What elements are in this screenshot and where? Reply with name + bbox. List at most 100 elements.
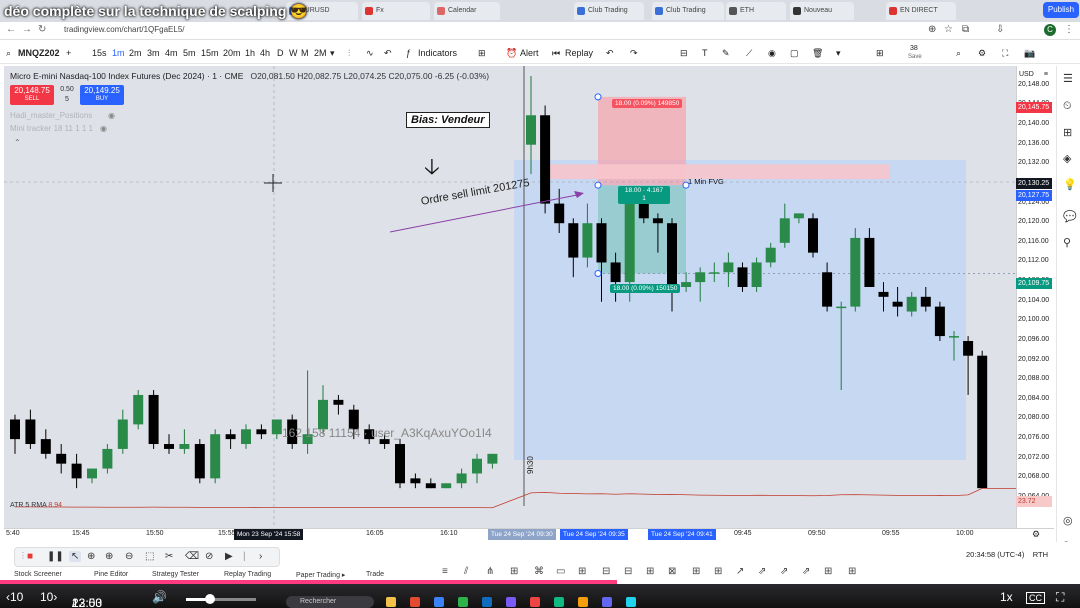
magnet-icon[interactable]: ⊕	[87, 551, 95, 562]
chevron-right-icon[interactable]: ›	[259, 551, 262, 562]
compare-icon[interactable]: ∿	[366, 48, 374, 59]
rect-tool-icon[interactable]: ▭	[556, 566, 565, 577]
interval-20m[interactable]: 20m	[223, 48, 241, 58]
cursor-tool-icon[interactable]: ↖	[69, 551, 82, 562]
eye-icon[interactable]: ◉	[100, 124, 107, 133]
layers-icon[interactable]: ◈	[1063, 152, 1071, 165]
interval-W[interactable]: W	[289, 48, 298, 58]
pattern-icon[interactable]: ✂	[165, 551, 173, 562]
chart-pane[interactable]: Micro E-mini Nasdaq-100 Index Futures (D…	[4, 66, 1016, 528]
redo-icon[interactable]: ↷	[630, 48, 638, 59]
reload-icon[interactable]: ↻	[38, 24, 46, 35]
volume-knob[interactable]	[204, 594, 215, 604]
bar-style-icon[interactable]: ⫶	[348, 48, 350, 59]
add-symbol-icon[interactable]: +	[66, 48, 71, 58]
browser-tab[interactable]: Club Trading	[574, 2, 644, 20]
range-icon[interactable]: ⊞	[646, 566, 654, 577]
browser-tab[interactable]: Fx	[362, 2, 430, 20]
currency-selector[interactable]: USD ≡	[1016, 71, 1052, 78]
app-icon[interactable]	[530, 597, 540, 607]
text-tool-icon[interactable]: T	[702, 48, 708, 58]
skip-back-button[interactable]: ‹10	[6, 590, 23, 604]
alert-icon[interactable]: ⏰	[506, 48, 517, 59]
settings-gear-icon[interactable]: ⚙	[978, 48, 986, 59]
more-tools-icon[interactable]: ⊞	[848, 566, 856, 577]
app-icon[interactable]	[626, 597, 636, 607]
undo-icon[interactable]: ↶	[384, 48, 392, 59]
channel-tool-icon[interactable]: ⫽	[464, 566, 468, 577]
interval-4m[interactable]: 4m	[165, 48, 178, 58]
app-icon[interactable]	[482, 597, 492, 607]
object-tree-icon[interactable]: ⊞	[1063, 126, 1072, 139]
tab-pine-editor[interactable]: Pine Editor	[94, 571, 128, 578]
tab-trade[interactable]: Trade	[366, 571, 384, 578]
path-tool-icon[interactable]: ⇗	[780, 566, 788, 577]
browser-tab[interactable]: EN DIRECT	[886, 2, 956, 20]
measure-icon[interactable]: ⬚	[145, 551, 154, 562]
hotlist-icon[interactable]: ⚲	[1063, 236, 1071, 249]
playback-speed[interactable]: 1x	[1000, 590, 1013, 604]
captions-icon[interactable]: CC	[1026, 592, 1045, 604]
video-record-icon[interactable]: ▶	[225, 551, 233, 562]
target-icon[interactable]: ◎	[1063, 514, 1073, 527]
interval-D[interactable]: D	[277, 48, 284, 58]
forward-icon[interactable]: →	[22, 24, 32, 35]
forecast-icon[interactable]: ⊘	[205, 551, 213, 562]
file-explorer-icon[interactable]	[386, 597, 396, 607]
alert-button[interactable]: Alert	[520, 48, 539, 58]
eraser-icon[interactable]: ⌫	[185, 551, 199, 562]
interval-3m[interactable]: 3m	[147, 48, 160, 58]
interval-M[interactable]: M	[301, 48, 309, 58]
buy-button[interactable]: 20,149.25 BUY	[80, 85, 124, 105]
browser-tab[interactable]: Nouveau	[790, 2, 854, 20]
browser-tab[interactable]: ETH	[726, 2, 786, 20]
brush-icon[interactable]: ✎	[722, 48, 730, 59]
tab-replay-trading[interactable]: Replay Trading	[224, 571, 271, 578]
eye-icon[interactable]: ◉	[768, 48, 776, 59]
lock-icon[interactable]: ▢	[790, 48, 799, 59]
pause-icon[interactable]: ❚❚	[47, 551, 64, 562]
interval-2m[interactable]: 2m	[129, 48, 142, 58]
collapse-legend-icon[interactable]: ⌃	[14, 138, 21, 147]
alerts-clock-icon[interactable]: ⏲	[1063, 100, 1072, 113]
back-icon[interactable]: ←	[6, 24, 16, 35]
browser-menu-icon[interactable]: ⋮	[1064, 24, 1074, 35]
interval-4h[interactable]: 4h	[260, 48, 270, 58]
interval-1h[interactable]: 1h	[245, 48, 255, 58]
record-icon[interactable]: ■	[27, 551, 33, 562]
app-icon[interactable]	[410, 597, 420, 607]
interval-15m[interactable]: 15m	[201, 48, 219, 58]
tab-strategy-tester[interactable]: Strategy Tester	[152, 571, 199, 578]
ruler-tool-icon[interactable]: ⊞	[824, 566, 832, 577]
watchlist-icon[interactable]: ☰	[1063, 72, 1073, 85]
browser-tab[interactable]: Club Trading	[652, 2, 724, 20]
extensions-icon[interactable]: ⧉	[962, 24, 969, 35]
gann-icon[interactable]: ⊞	[510, 566, 518, 577]
trend-line-icon[interactable]: ⟋	[746, 48, 752, 59]
indicators-icon[interactable]: ƒ	[406, 48, 411, 58]
interval-dropdown-icon[interactable]: ▾	[330, 48, 335, 59]
profile-avatar-icon[interactable]: C	[1044, 24, 1056, 36]
interval-2M[interactable]: 2M	[314, 48, 327, 58]
replay-button[interactable]: Replay	[565, 48, 593, 58]
volume-slider[interactable]	[186, 594, 256, 604]
browser-tab[interactable]: Calendar	[434, 2, 500, 20]
more-icon[interactable]: ▾	[836, 48, 841, 59]
replay-icon[interactable]: ⏮	[552, 48, 560, 59]
zoom-icon[interactable]: ⊕	[928, 24, 936, 35]
save-button[interactable]: Save	[908, 54, 922, 60]
app-icon[interactable]	[602, 597, 612, 607]
eye-icon[interactable]: ◉	[108, 111, 115, 120]
quick-search-icon[interactable]: ⌕	[956, 48, 961, 59]
forecast-icon[interactable]: ⊞	[714, 566, 722, 577]
date-range-icon[interactable]: ⊠	[668, 566, 676, 577]
session-label[interactable]: RTH	[1033, 550, 1048, 559]
interval-1m[interactable]: 1m	[112, 48, 125, 58]
ruler-icon[interactable]: ⊞	[578, 566, 586, 577]
app-icon[interactable]	[506, 597, 516, 607]
url-field[interactable]: tradingview.com/chart/1QFgaEL5/	[64, 25, 185, 34]
fullscreen-icon[interactable]: ⛶	[1002, 48, 1008, 59]
arrow-tool-icon[interactable]: ↗	[736, 566, 744, 577]
volume-icon[interactable]: 🔊	[152, 590, 167, 604]
pitchfork-icon[interactable]: ⋔	[486, 566, 494, 577]
